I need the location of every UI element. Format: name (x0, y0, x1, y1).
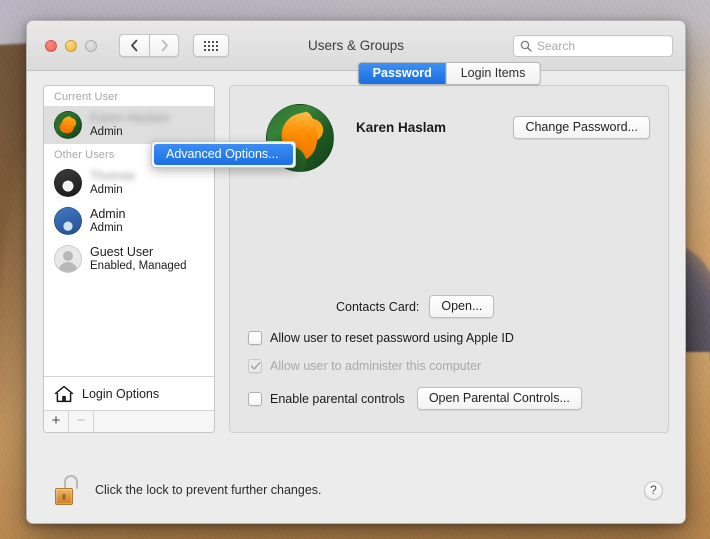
traffic-lights (45, 39, 97, 52)
checkbox-label-administer: Allow user to administer this computer (270, 359, 482, 373)
forward-chevron-icon (161, 39, 168, 52)
checkbox-parental-controls[interactable] (248, 391, 262, 406)
checkbox-row-administer: Allow user to administer this computer (248, 359, 650, 373)
user-list-sidebar: Current User Karen Haslam Admin Other Us… (43, 85, 215, 433)
home-icon (54, 385, 74, 402)
window-content: Current User Karen Haslam Admin Other Us… (27, 62, 685, 523)
user-name: Guest User (90, 244, 154, 259)
help-button[interactable]: ? (644, 480, 663, 500)
main-pane: Password Login Items Karen Haslam Change… (229, 62, 669, 433)
user-name-redacted: Thomas (90, 168, 136, 183)
panes-container: Current User Karen Haslam Admin Other Us… (43, 62, 669, 433)
user-role: Admin (90, 221, 123, 234)
checkbox-row-reset-password[interactable]: Allow user to reset password using Apple… (248, 331, 650, 345)
user-list: Current User Karen Haslam Admin Other Us… (44, 86, 214, 376)
tab-bar: Password Login Items (357, 62, 541, 85)
forward-button[interactable] (149, 34, 179, 57)
user-role: Admin (90, 125, 123, 138)
search-input[interactable] (537, 38, 666, 53)
back-chevron-icon (131, 39, 138, 52)
user-full-name: Karen Haslam (356, 120, 447, 135)
padlock-body (55, 488, 73, 505)
open-contacts-card-button[interactable]: Open... (429, 295, 495, 318)
context-menu: Advanced Options... (151, 141, 296, 168)
checkbox-label-parental-controls: Enable parental controls (270, 391, 405, 406)
menu-item-advanced-options[interactable]: Advanced Options... (154, 144, 293, 165)
users-and-groups-window: Users & Groups Current User Karen Haslam (26, 20, 686, 524)
lock-status-text: Click the lock to prevent further change… (95, 483, 322, 497)
navigation-buttons (119, 34, 179, 57)
padlock-shackle (64, 475, 78, 489)
guest-avatar (54, 245, 82, 273)
user-name: Admin (90, 206, 126, 221)
search-field[interactable] (513, 34, 673, 57)
contacts-card-row: Contacts Card: Open... (248, 295, 650, 318)
window-titlebar[interactable]: Users & Groups (27, 21, 685, 71)
close-button[interactable] (45, 39, 57, 52)
show-all-button[interactable] (193, 34, 229, 57)
checkbox-row-parental-controls[interactable]: Enable parental controls Open Parental C… (248, 387, 650, 410)
add-user-button[interactable]: + (44, 411, 69, 432)
grid-icon (204, 40, 218, 51)
account-options: Contacts Card: Open... Allow user to res… (248, 295, 650, 410)
list-item-other-user-2[interactable]: Admin Admin (44, 202, 214, 240)
flower-avatar (54, 111, 82, 139)
search-icon (520, 40, 532, 52)
unlocked-padlock-icon[interactable] (55, 475, 81, 505)
login-options-label: Login Options (82, 386, 160, 401)
user-role: Admin (90, 183, 123, 196)
user-text: Admin Admin (90, 207, 125, 235)
add-remove-toolbar: + − (44, 410, 214, 432)
penguin-blue-avatar (54, 207, 82, 235)
tab-password[interactable]: Password (358, 63, 447, 84)
open-parental-controls-button[interactable]: Open Parental Controls... (416, 387, 582, 410)
zoom-button[interactable] (85, 39, 97, 52)
lock-bar: Click the lock to prevent further change… (27, 457, 685, 523)
sidebar-item-login-options[interactable]: Login Options (44, 376, 214, 410)
list-item-current-user[interactable]: Karen Haslam Admin (44, 106, 214, 144)
checkbox-reset-password[interactable] (248, 331, 262, 345)
user-text: Thomas Admin (90, 169, 135, 197)
user-role: Enabled, Managed (90, 259, 187, 272)
tab-login-items[interactable]: Login Items (446, 63, 540, 84)
change-password-button[interactable]: Change Password... (513, 116, 650, 139)
user-text: Guest User Enabled, Managed (90, 245, 187, 273)
user-name-redacted: Karen Haslam (90, 110, 170, 125)
remove-user-button: − (69, 411, 94, 432)
back-button[interactable] (119, 34, 149, 57)
checkbox-administer (248, 359, 262, 373)
list-item-guest-user[interactable]: Guest User Enabled, Managed (44, 240, 214, 278)
minimize-button[interactable] (65, 39, 77, 52)
contacts-card-label: Contacts Card: (336, 299, 420, 314)
user-header: Karen Haslam Change Password... (248, 104, 650, 172)
group-header-current-user: Current User (54, 91, 119, 103)
penguin-dark-avatar (54, 169, 82, 197)
checkbox-label-reset-password: Allow user to reset password using Apple… (270, 331, 514, 345)
list-item-other-user-1[interactable]: Thomas Admin (44, 164, 214, 202)
user-text: Karen Haslam Admin (90, 111, 169, 139)
